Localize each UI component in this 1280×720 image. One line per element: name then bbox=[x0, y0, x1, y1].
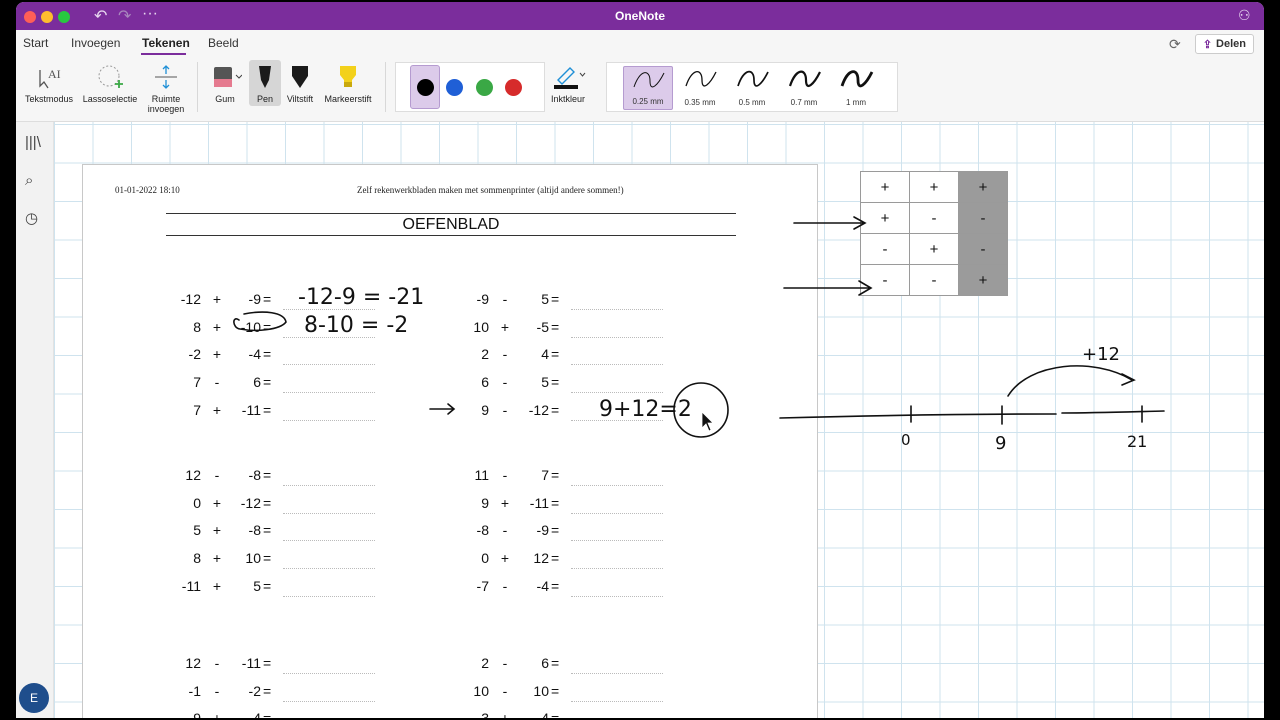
stroke-sample-icon bbox=[633, 72, 665, 88]
sync-icon[interactable]: ⟳ bbox=[1169, 36, 1181, 53]
lasso-icon bbox=[98, 65, 123, 88]
lasso-select-button[interactable]: Lassoselectie bbox=[79, 64, 141, 104]
handwritten-ink-layer: -12-9 = -21 8-10 = -2 9+12=2 +12 0 9 21 bbox=[233, 216, 1165, 454]
share-label: Delen bbox=[1216, 38, 1246, 50]
stroke-sample-icon bbox=[685, 71, 717, 87]
number-line bbox=[779, 410, 1165, 419]
jump-arrow bbox=[1007, 365, 1136, 397]
onenote-window: ↶ ↷ ··· OneNote ⚇ Start Invoegen Tekenen… bbox=[16, 2, 1264, 718]
arrow-annotation bbox=[429, 403, 456, 415]
thickness-1-option[interactable]: 1 mm bbox=[831, 66, 881, 110]
ink-color-button[interactable]: Inktkleur bbox=[546, 64, 590, 104]
circle-annotation bbox=[233, 311, 287, 332]
share-icon: ⇪ bbox=[1202, 38, 1213, 51]
tab-beeld[interactable]: Beeld bbox=[208, 36, 239, 50]
mouse-cursor-icon bbox=[701, 411, 714, 432]
handwritten-answer: 9+12=2 bbox=[599, 397, 692, 422]
jump-label: +12 bbox=[1082, 344, 1120, 365]
avatar[interactable]: E bbox=[19, 683, 49, 713]
handwritten-answer: 8-10 = -2 bbox=[304, 313, 408, 338]
arrow-annotation bbox=[793, 216, 867, 230]
active-tab-indicator bbox=[141, 53, 186, 55]
arrow-annotation bbox=[783, 280, 873, 296]
color-blue-swatch[interactable] bbox=[446, 79, 463, 96]
text-mode-button[interactable]: AI Tekstmodus bbox=[22, 64, 76, 104]
highlighter-button[interactable]: Markeerstift bbox=[319, 64, 377, 104]
ribbon-separator bbox=[197, 62, 198, 112]
pen-button[interactable]: Pen bbox=[249, 60, 281, 106]
tab-tekenen[interactable]: Tekenen bbox=[142, 36, 190, 50]
highlighter-icon bbox=[340, 66, 356, 87]
ink-color-icon bbox=[554, 67, 586, 89]
title-bar: ↶ ↷ ··· OneNote ⚇ bbox=[16, 2, 1264, 30]
search-icon[interactable]: ⌕ bbox=[25, 172, 33, 189]
thickness-05-option[interactable]: 0.5 mm bbox=[727, 66, 777, 110]
account-icon[interactable]: ⚇ bbox=[1238, 7, 1251, 24]
color-red-swatch[interactable] bbox=[505, 79, 522, 96]
tab-invoegen[interactable]: Invoegen bbox=[71, 36, 120, 50]
eraser-button[interactable]: Gum bbox=[206, 64, 244, 104]
thickness-025-option[interactable]: 0.25 mm bbox=[623, 66, 673, 110]
handwritten-answer: -12-9 = -21 bbox=[298, 285, 424, 310]
insert-space-button[interactable]: Ruimte invoegen bbox=[141, 64, 191, 114]
felt-pen-button[interactable]: Viltstift bbox=[282, 64, 318, 104]
note-canvas[interactable]: 01-01-2022 18:10 Zelf rekenwerkbladen ma… bbox=[54, 122, 1264, 718]
thickness-035-option[interactable]: 0.35 mm bbox=[675, 66, 725, 110]
notebooks-icon[interactable]: |||\ bbox=[25, 134, 41, 151]
stroke-sample-icon bbox=[840, 70, 874, 88]
eraser-icon bbox=[214, 67, 243, 87]
share-button[interactable]: ⇪ Delen bbox=[1194, 34, 1254, 54]
number-line-label: 0 bbox=[901, 431, 911, 449]
ribbon-tabs: Start Invoegen Tekenen Beeld ⟳ ⇪ Delen bbox=[16, 30, 1264, 56]
navigation-sidebar: |||\ ⌕ ◷ E bbox=[16, 122, 54, 718]
stroke-thickness-group: 0.25 mm 0.35 mm 0.5 mm 0.7 mm 1 mm bbox=[606, 62, 898, 112]
stroke-sample-icon bbox=[788, 70, 821, 88]
number-line-label: 9 bbox=[995, 433, 1006, 454]
svg-text:AI: AI bbox=[48, 67, 61, 81]
color-green-swatch[interactable] bbox=[476, 79, 493, 96]
draw-ribbon: AI Tekstmodus Lassoselectie Ruimte invoe… bbox=[16, 56, 1264, 122]
ink-color-palette bbox=[395, 62, 545, 112]
recent-icon[interactable]: ◷ bbox=[25, 209, 38, 227]
stroke-sample-icon bbox=[737, 70, 769, 87]
thickness-07-option[interactable]: 0.7 mm bbox=[779, 66, 829, 110]
insert-space-icon bbox=[155, 65, 177, 89]
text-mode-icon: AI bbox=[39, 67, 61, 89]
felt-pen-icon bbox=[292, 66, 308, 88]
number-line-label: 21 bbox=[1127, 432, 1147, 451]
color-black-swatch[interactable] bbox=[417, 79, 434, 96]
app-title: OneNote bbox=[614, 9, 665, 23]
ribbon-separator bbox=[385, 62, 386, 112]
tab-start[interactable]: Start bbox=[23, 36, 48, 50]
pen-icon bbox=[259, 66, 271, 88]
